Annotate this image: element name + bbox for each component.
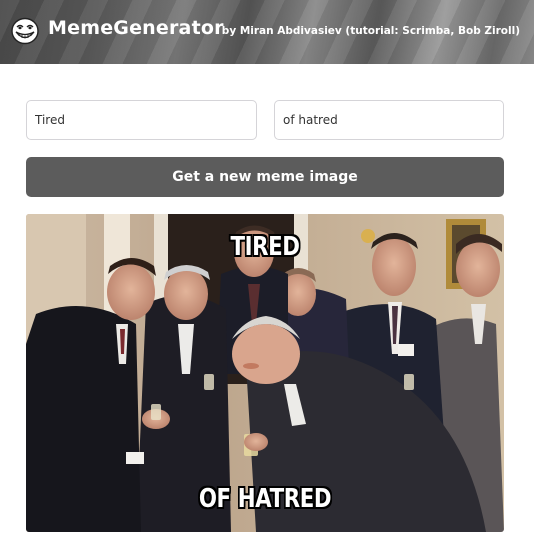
get-new-image-button[interactable]: Get a new meme image bbox=[26, 157, 504, 197]
app-title: MemeGenerator bbox=[48, 17, 224, 39]
trollface-icon bbox=[11, 17, 39, 45]
bottom-text-input[interactable] bbox=[274, 100, 504, 140]
top-text-input[interactable] bbox=[26, 100, 257, 140]
author-byline: by Miran Abdivasiev (tutorial: Scrimba, … bbox=[221, 25, 520, 37]
app-header: MemeGenerator by Miran Abdivasiev (tutor… bbox=[0, 0, 534, 64]
meme-bottom-caption: of hatred bbox=[198, 484, 332, 514]
meme-image: Tired of hatred bbox=[26, 214, 504, 532]
meme-top-caption: Tired bbox=[230, 232, 300, 262]
